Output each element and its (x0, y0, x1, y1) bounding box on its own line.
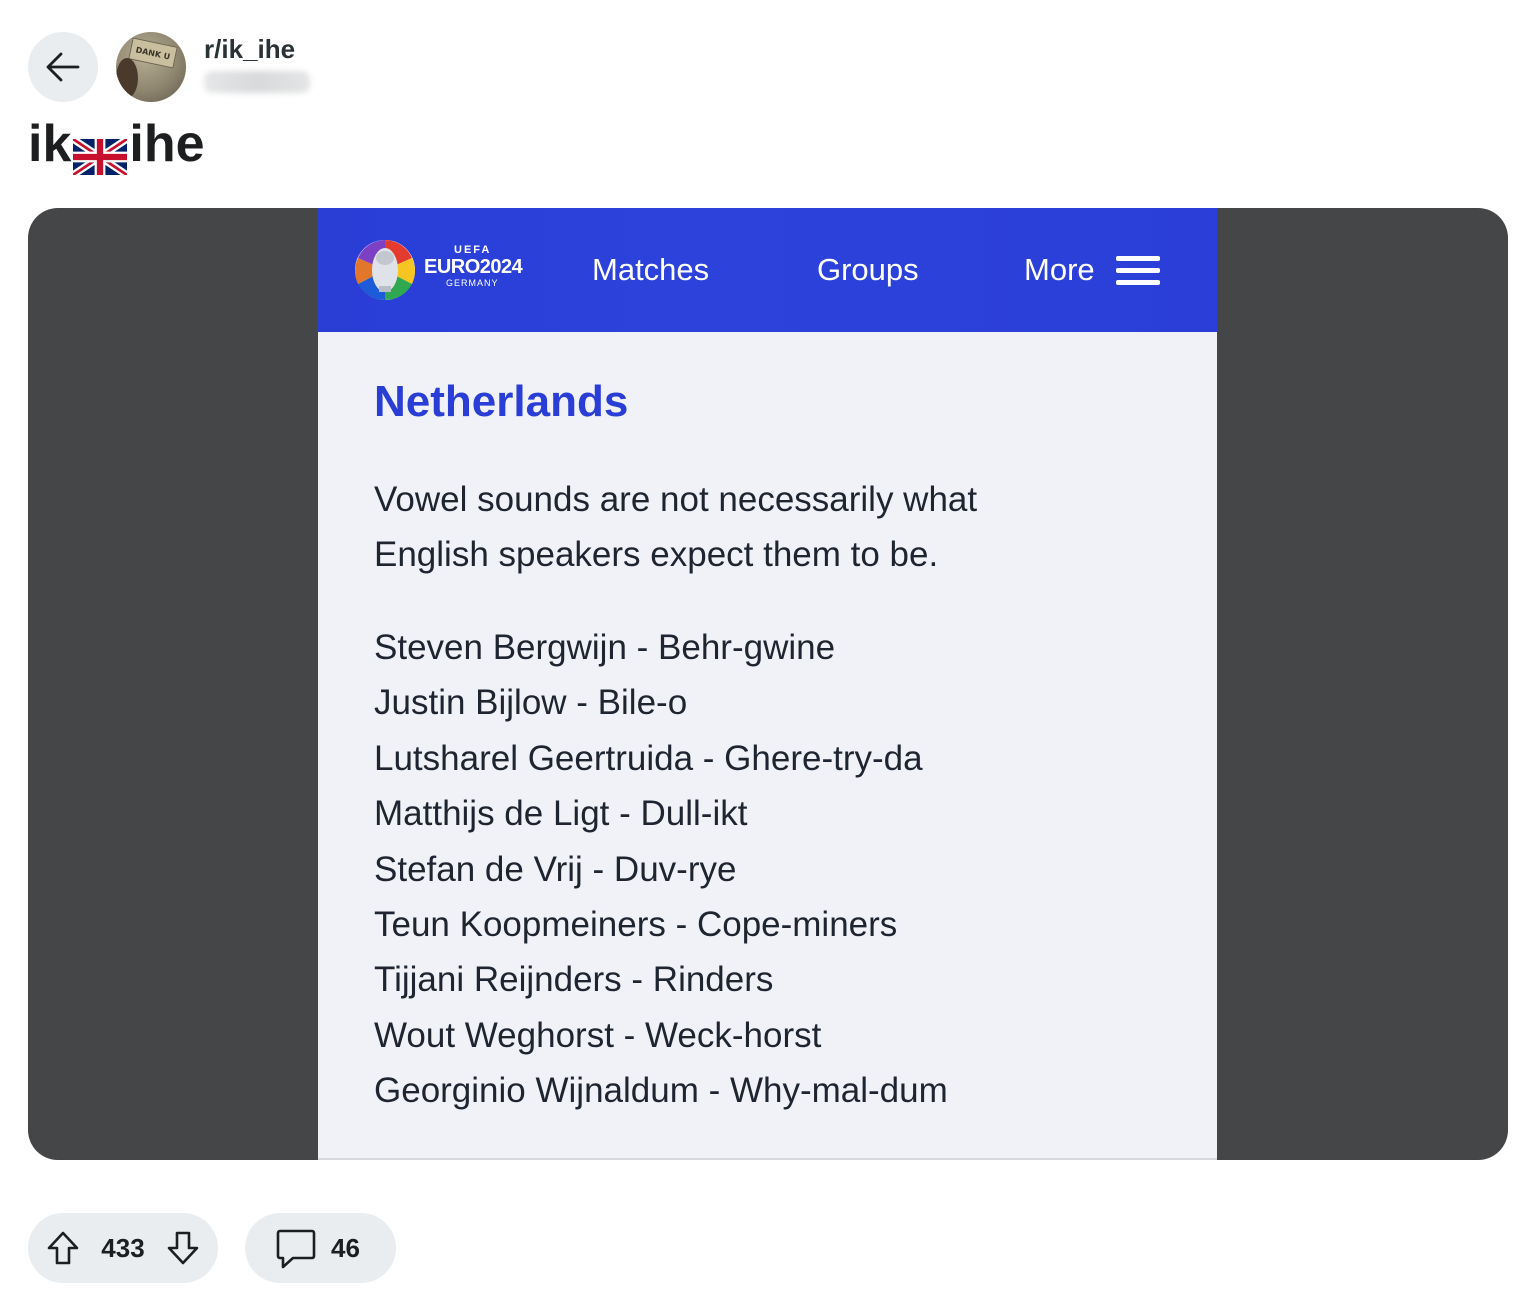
nav-groups[interactable]: Groups (817, 252, 919, 288)
uefa-nav-bar: UEFA EURO2024 GERMANY Matches Groups Mor… (318, 208, 1217, 332)
avatar-sign: DANK U (128, 37, 178, 69)
post-image[interactable]: UEFA EURO2024 GERMANY Matches Groups Mor… (28, 208, 1508, 1160)
vote-score: 433 (101, 1232, 145, 1263)
subreddit-meta: r/ik_ihe (204, 32, 310, 102)
article-content: Netherlands Vowel sounds are not necessa… (374, 376, 1074, 1119)
uefa-label: UEFA (454, 244, 492, 256)
avatar-face (116, 58, 138, 98)
uk-flag-emoji (71, 126, 130, 178)
list-item: Georginio Wijnaldum - Why-mal-dum (374, 1071, 948, 1111)
euro-label: EURO2024 (424, 256, 523, 278)
germany-label: GERMANY (446, 278, 499, 288)
title-text-start: ik (28, 115, 72, 173)
arrow-left-icon (44, 48, 82, 86)
comments-button[interactable]: 46 (245, 1213, 396, 1283)
blurred-username (204, 71, 310, 93)
vote-bar: 433 (28, 1213, 218, 1283)
euro2024-wordmark: UEFA EURO2024 GERMANY (424, 244, 523, 288)
subreddit-name[interactable]: r/ik_ihe (204, 33, 310, 65)
list-item: Lutsharel Geertruida - Ghere-try-da (374, 738, 923, 778)
euro-trophy-logo-icon (354, 232, 416, 308)
nav-more[interactable]: More (1024, 252, 1095, 288)
country-heading: Netherlands (374, 377, 629, 426)
intro-text: Vowel sounds are not necessarily what En… (374, 480, 978, 574)
list-item: Tijjani Reijnders - Rinders (374, 960, 774, 1000)
list-item: Wout Weghorst - Weck-horst (374, 1015, 822, 1055)
comment-bubble-icon (275, 1226, 317, 1270)
nav-matches[interactable]: Matches (592, 252, 709, 288)
post-title: ik ihe (28, 112, 205, 178)
list-item: Justin Bijlow - Bile-o (374, 683, 688, 723)
back-button[interactable] (28, 32, 98, 102)
list-item: Stefan de Vrij - Duv-rye (374, 849, 737, 889)
hamburger-icon[interactable] (1116, 256, 1162, 286)
upvote-arrow-icon[interactable] (46, 1230, 80, 1266)
list-item: Steven Bergwijn - Behr-gwine (374, 628, 836, 667)
subreddit-avatar[interactable]: DANK U (116, 32, 186, 102)
title-text-end: ihe (129, 115, 205, 173)
list-item: Matthijs de Ligt - Dull-ikt (374, 794, 748, 834)
player-list: Steven Bergwijn - Behr-gwine Justin Bijl… (374, 620, 1074, 1119)
list-item: Teun Koopmeiners - Cope-miners (374, 905, 898, 945)
post-actions: 433 46 (28, 1213, 396, 1283)
comment-count: 46 (331, 1232, 360, 1263)
uefa-screenshot: UEFA EURO2024 GERMANY Matches Groups Mor… (318, 208, 1217, 1160)
post-header: DANK U r/ik_ihe (28, 32, 310, 102)
downvote-arrow-icon[interactable] (166, 1230, 200, 1266)
